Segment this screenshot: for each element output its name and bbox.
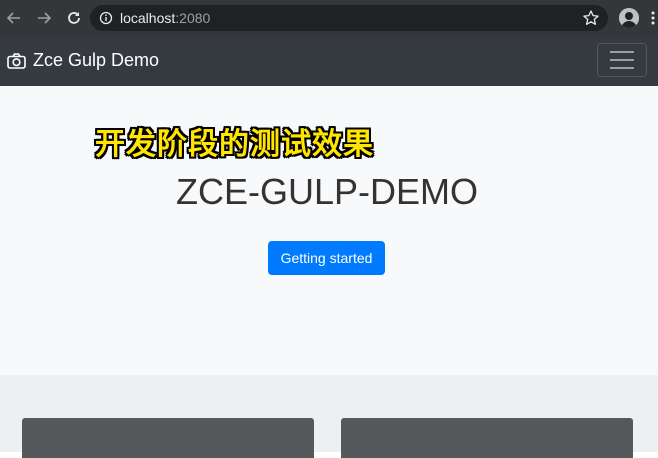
forward-arrow-icon[interactable] bbox=[32, 6, 56, 30]
card-thumbnail[interactable] bbox=[22, 418, 314, 458]
address-bar[interactable]: localhost:2080 bbox=[90, 5, 608, 31]
hamburger-icon-bar bbox=[610, 67, 634, 69]
brand-label: Zce Gulp Demo bbox=[33, 50, 160, 70]
hero-section: 开发阶段的测试效果 ZCE-GULP-DEMO Getting started bbox=[0, 86, 658, 375]
browser-toolbar: localhost:2080 bbox=[0, 0, 658, 36]
getting-started-button[interactable]: Getting started bbox=[268, 241, 385, 275]
url-host: localhost bbox=[120, 10, 176, 26]
url-text[interactable]: localhost:2080 bbox=[120, 10, 210, 26]
navbar-brand[interactable]: Zce Gulp Demo bbox=[7, 50, 159, 71]
page-title: ZCE-GULP-DEMO bbox=[175, 171, 478, 212]
star-icon[interactable] bbox=[582, 9, 600, 27]
site-navbar: Zce Gulp Demo bbox=[0, 36, 658, 86]
url-port: :2080 bbox=[175, 10, 211, 26]
card-thumbnail[interactable] bbox=[341, 418, 633, 458]
reload-icon[interactable] bbox=[62, 6, 86, 30]
kebab-menu-icon[interactable] bbox=[651, 10, 655, 26]
hamburger-icon-bar bbox=[610, 59, 634, 61]
avatar[interactable] bbox=[619, 8, 639, 28]
album-section bbox=[0, 375, 658, 458]
hamburger-menu-button[interactable] bbox=[597, 43, 647, 77]
hamburger-icon-bar bbox=[610, 51, 634, 53]
back-arrow-icon[interactable] bbox=[2, 6, 26, 30]
camera-icon bbox=[7, 52, 26, 69]
info-icon[interactable] bbox=[98, 10, 114, 26]
video-overlay-caption: 开发阶段的测试效果 bbox=[95, 127, 374, 162]
